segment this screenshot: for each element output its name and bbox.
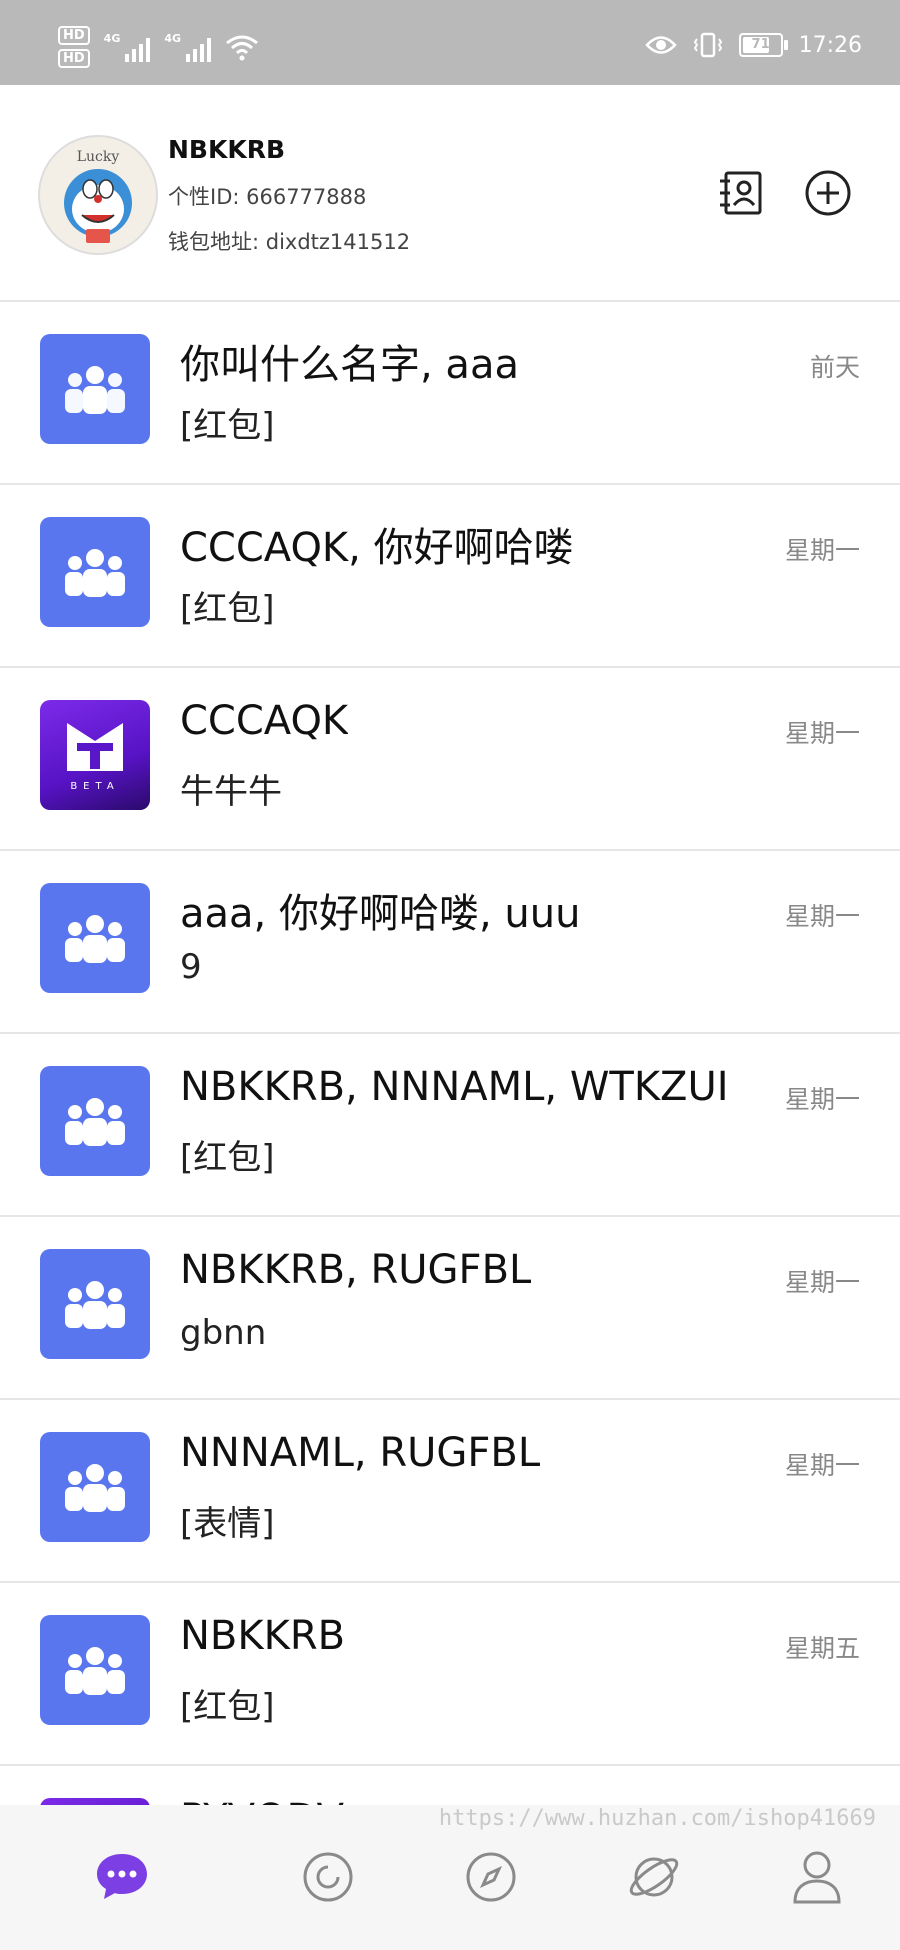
app-logo-icon — [67, 722, 123, 771]
chat-preview: 9 — [180, 947, 202, 987]
profile-header: Lucky NBKKRB 个性ID: 666777888 钱包地址: dixdt… — [0, 85, 900, 302]
avatar-caption: Lucky — [77, 149, 120, 165]
wallet-address: 钱包地址: dixdtz141512 — [168, 230, 411, 254]
chat-title: NBKKRB, NNNAML, WTKZUI — [180, 1064, 729, 1110]
chat-time: 星期一 — [784, 1085, 860, 1114]
chat-time: 星期一 — [784, 536, 860, 565]
app-avatar-caption: BETA — [70, 780, 120, 792]
chat-title: 你叫什么名字, aaa — [180, 342, 519, 388]
group-avatar — [40, 517, 150, 627]
chat-preview: [表情] — [180, 1504, 275, 1544]
nav-planet[interactable] — [624, 1847, 684, 1907]
person-icon — [793, 1851, 841, 1904]
nav-me[interactable] — [787, 1847, 847, 1907]
battery-icon: 71 — [738, 33, 788, 57]
hd-badge-1: HD — [58, 26, 90, 45]
profile-id: 个性ID: 666777888 — [168, 185, 367, 209]
group-avatar — [40, 1432, 150, 1542]
status-right: 71 17:26 — [644, 32, 862, 58]
chat-row[interactable]: NNNAML, RUGFBL [表情] 星期一 — [0, 1400, 900, 1583]
group-icon — [65, 1098, 125, 1146]
signal-icon: 4G — [104, 32, 151, 62]
chat-title: NBKKRB, RUGFBL — [180, 1247, 532, 1293]
nav-chat[interactable] — [92, 1847, 152, 1907]
chat-title: CCCAQK, 你好啊哈喽 — [180, 525, 574, 571]
battery-level: 71 — [751, 37, 770, 52]
group-icon — [65, 915, 125, 963]
chat-preview: 牛牛牛 — [180, 772, 282, 812]
moments-icon — [303, 1852, 353, 1902]
chat-time: 星期一 — [784, 719, 860, 748]
status-bar: HD HD 4G 4G 71 17:26 — [0, 0, 900, 85]
app-avatar: BETA — [40, 700, 150, 810]
chat-preview: [红包] — [180, 1687, 275, 1727]
chat-list: 你叫什么名字, aaa [红包] 前天 CCCAQK, 你好啊哈喽 [红包] 星… — [0, 302, 900, 1826]
chat-bubble-icon — [97, 1854, 147, 1899]
profile-name: NBKKRB — [168, 135, 286, 164]
chat-row[interactable]: NBKKRB, NNNAML, WTKZUI [红包] 星期一 — [0, 1034, 900, 1217]
chat-row[interactable]: NBKKRB [红包] 星期五 — [0, 1583, 900, 1766]
chat-title: NNNAML, RUGFBL — [180, 1430, 541, 1476]
chat-preview: [红包] — [180, 589, 275, 629]
planet-icon — [629, 1857, 679, 1897]
watermark: https://www.huzhan.com/ishop41669 — [438, 1806, 876, 1831]
nav-discover[interactable] — [461, 1847, 521, 1907]
signal-icon-2: 4G — [164, 32, 212, 62]
vibrate-icon — [693, 32, 722, 58]
add-button[interactable] — [800, 165, 856, 221]
group-icon — [65, 549, 125, 597]
chat-row[interactable]: aaa, 你好啊哈喽, uuu 9 星期一 — [0, 851, 900, 1034]
hd-indicator: HD HD — [58, 26, 90, 68]
avatar-image: Lucky — [64, 149, 132, 243]
eye-icon — [644, 36, 677, 54]
network-label-1: 4G — [103, 32, 121, 45]
group-avatar — [40, 883, 150, 993]
chat-preview: [红包] — [180, 406, 275, 446]
chat-title: aaa, 你好啊哈喽, uuu — [180, 891, 581, 937]
group-icon — [65, 1647, 125, 1695]
wifi-icon — [226, 35, 258, 61]
group-avatar — [40, 1249, 150, 1359]
chat-time: 星期五 — [784, 1634, 860, 1663]
plus-circle-icon — [805, 170, 851, 216]
status-time: 17:26 — [798, 32, 862, 58]
group-avatar — [40, 334, 150, 444]
nav-moments[interactable] — [298, 1847, 358, 1907]
group-icon — [65, 1281, 125, 1329]
status-left: HD HD 4G 4G — [58, 26, 259, 68]
hd-badge-2: HD — [58, 49, 90, 68]
compass-icon — [466, 1852, 516, 1902]
chat-title: NBKKRB — [180, 1613, 346, 1659]
chat-row[interactable]: BETA CCCAQK 牛牛牛 星期一 — [0, 668, 900, 851]
chat-row[interactable]: NBKKRB, RUGFBL gbnn 星期一 — [0, 1217, 900, 1400]
chat-time: 星期一 — [784, 1451, 860, 1480]
group-icon — [65, 366, 125, 414]
contacts-icon — [720, 171, 762, 215]
chat-row[interactable]: 你叫什么名字, aaa [红包] 前天 — [0, 302, 900, 485]
contacts-button[interactable] — [712, 165, 768, 221]
group-avatar — [40, 1615, 150, 1725]
chat-title: CCCAQK — [180, 698, 349, 744]
chat-time: 星期一 — [784, 902, 860, 931]
chat-time: 星期一 — [784, 1268, 860, 1297]
group-avatar — [40, 1066, 150, 1176]
chat-time: 前天 — [809, 353, 860, 382]
network-label-2: 4G — [164, 32, 182, 45]
group-icon — [65, 1464, 125, 1512]
chat-preview: gbnn — [180, 1313, 267, 1353]
avatar[interactable]: Lucky — [38, 135, 158, 255]
chat-row[interactable]: CCCAQK, 你好啊哈喽 [红包] 星期一 — [0, 485, 900, 668]
chat-preview: [红包] — [180, 1138, 275, 1178]
